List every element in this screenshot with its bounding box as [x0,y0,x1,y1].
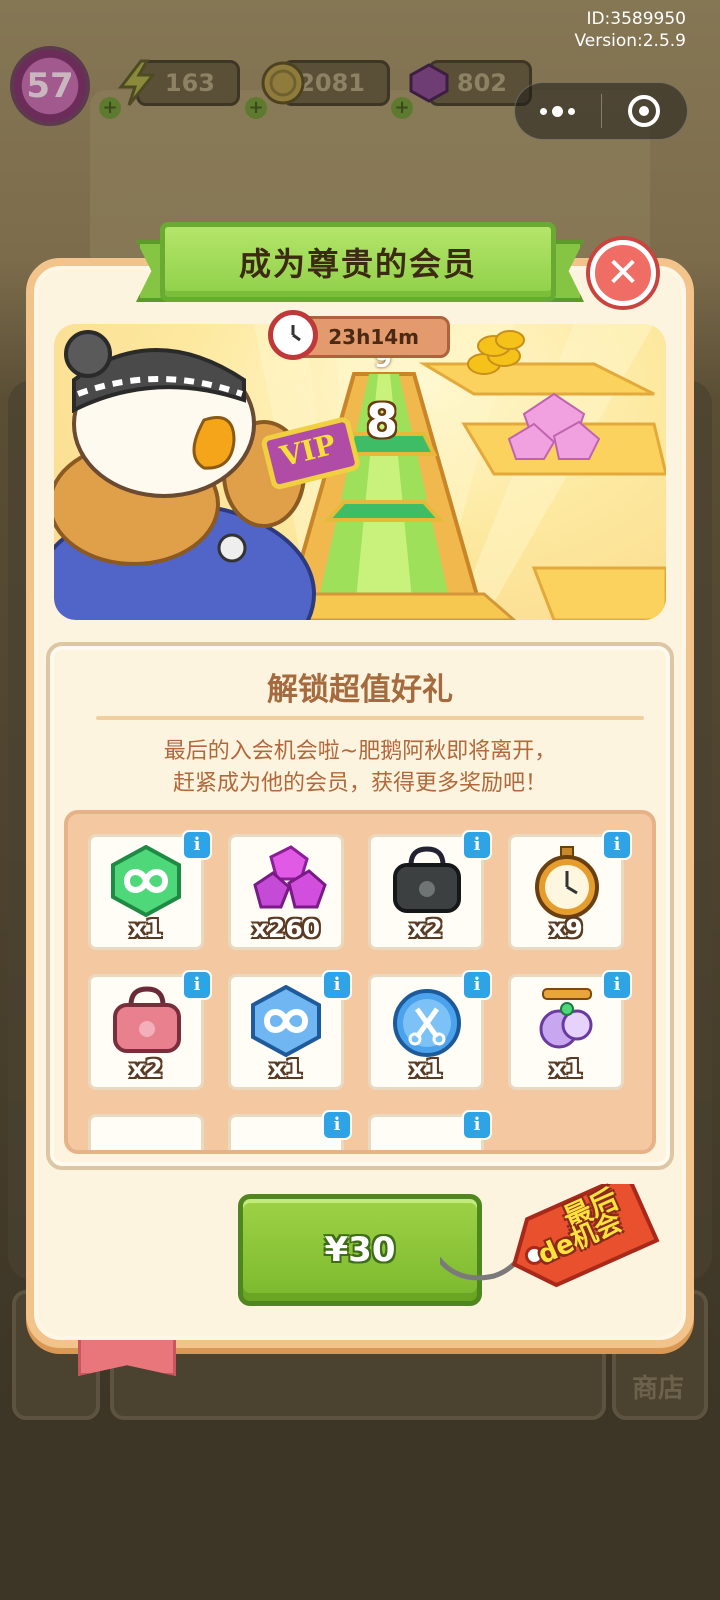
rewards-title: 解锁超值好礼 [267,672,453,708]
more-dots-icon [540,105,576,117]
info-icon[interactable]: i [322,970,352,1000]
description-line-1: 最后的入会机会啦~肥鹅阿秋即将离开， [163,739,557,764]
reward-item[interactable] [88,1114,204,1150]
lightning-icon: + [99,57,163,119]
target-circle-icon [628,95,661,127]
timer-text: 23h14m [328,325,419,349]
info-icon[interactable]: i [462,830,492,860]
info-icon[interactable]: i [322,1110,352,1140]
user-id-text: ID:3589950 [586,9,686,29]
build-info: ID:3589950 Version:2.5.9 [575,8,687,52]
black-bag-icon [393,846,461,913]
more-menu-button[interactable] [515,83,601,139]
pink-bag-icon [113,986,181,1053]
description-line-2: 赶紧成为他的会员，获得更多奖励吧！ [172,771,547,796]
road-number-8: 8 [366,394,399,448]
blue-scissors-token-icon [393,989,461,1057]
coin-plus-icon[interactable]: + [245,97,267,119]
title-ribbon: 成为尊贵的会员 [160,222,556,302]
reward-qty: x1 [129,914,163,943]
energy-plus-icon[interactable]: + [99,97,121,119]
coin-icon: + [245,57,309,119]
alarm-clock-icon [268,310,318,360]
miniprogram-capsule [514,82,688,140]
reward-item[interactable]: x260 [228,834,344,950]
info-icon[interactable]: i [602,970,632,1000]
purple-gem-pile-icon [253,845,327,909]
info-icon[interactable]: i [462,970,492,1000]
version-text: Version:2.5.9 [574,31,687,51]
reward-qty: x1 [409,1054,443,1083]
last-chance-tag: 最后 de机会 [436,1171,660,1334]
price-label: ¥30 [324,1230,396,1270]
energy-counter: + 163 [99,59,240,119]
hero-illustration: VIP 9 8 [54,324,666,620]
stopwatch-icon [535,846,599,919]
close-icon: ✕ [606,250,640,296]
gem-icon: + [391,57,455,119]
info-icon[interactable]: i [602,830,632,860]
coin-counter: + 22081 [245,60,390,119]
reward-qty: x2 [409,914,443,943]
reward-qty: x2 [129,1054,163,1083]
player-level-badge: 57 [10,46,90,126]
decoration-charm-icon [539,988,593,1049]
reward-grid[interactable]: x1 x260 x2 x9 x2 x1 x1 x1 i i i i i i i … [64,810,656,1154]
close-button[interactable]: ✕ [590,240,656,306]
title-underline [96,716,644,720]
shop-label: 商店 [632,1374,685,1404]
reward-qty: x1 [549,1054,583,1083]
modal-title: 成为尊贵的会员 [238,245,477,283]
info-icon[interactable]: i [182,830,212,860]
gem-plus-icon[interactable]: + [391,97,413,119]
info-icon[interactable]: i [182,970,212,1000]
infinity-energy-blue-icon [251,985,321,1057]
reward-qty: x9 [549,914,583,943]
infinity-energy-green-icon [111,845,181,917]
info-icon[interactable]: i [462,1110,492,1140]
gem-value: 802 [456,69,507,97]
close-miniprogram-button[interactable] [602,83,688,139]
reward-qty: x260 [251,914,321,943]
reward-qty: x1 [269,1054,303,1083]
energy-value: 163 [164,69,215,97]
